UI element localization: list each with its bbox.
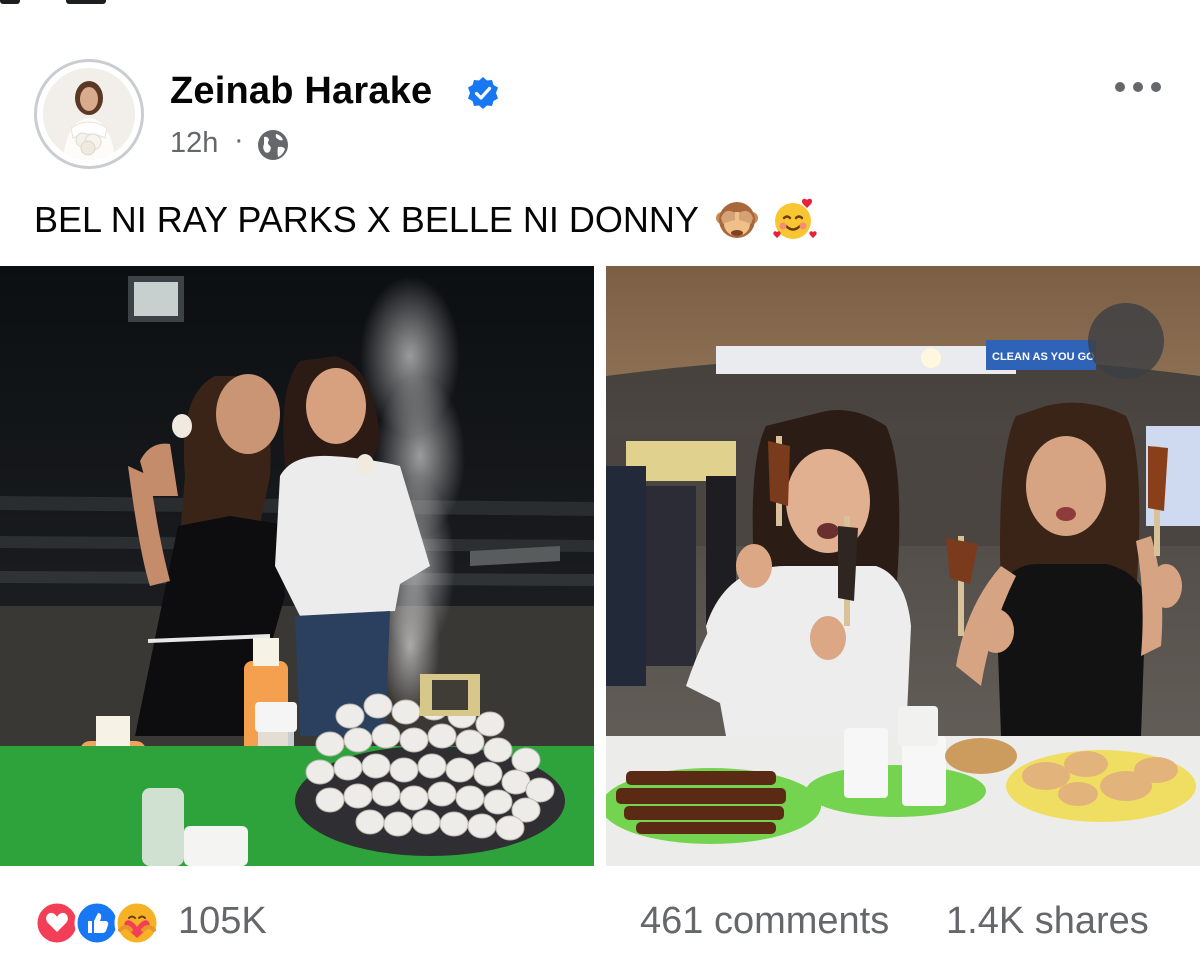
love-reaction-icon	[34, 900, 80, 946]
like-reaction-icon	[74, 900, 120, 946]
post-caption: BEL NI RAY PARKS X BELLE NI DONNY	[34, 196, 817, 244]
more-options-icon[interactable]	[1112, 73, 1164, 101]
post-timestamp[interactable]: 12h	[170, 127, 218, 160]
care-reaction-icon	[114, 900, 160, 946]
top-edge	[0, 0, 1200, 10]
shares-count[interactable]: 1.4K shares	[946, 900, 1149, 943]
author-name[interactable]: Zeinab Harake	[170, 70, 432, 113]
meta-separator: ·	[234, 124, 244, 156]
smiling-face-with-hearts-emoji	[773, 198, 817, 239]
comments-count[interactable]: 461 comments	[640, 900, 889, 943]
globe-icon	[258, 130, 288, 160]
reaction-icons[interactable]	[34, 900, 174, 946]
see-no-evil-monkey-emoji	[715, 202, 758, 238]
photo-balut-stand[interactable]	[0, 266, 594, 866]
avatar-photo	[43, 68, 135, 160]
verified-badge-icon	[468, 77, 498, 109]
caption-text: BEL NI RAY PARKS X BELLE NI DONNY	[34, 199, 699, 240]
author-avatar[interactable]	[34, 59, 144, 169]
photo-street-food-table[interactable]: CLEAN AS YOU GO	[606, 266, 1200, 866]
banner-sign: CLEAN AS YOU GO	[992, 351, 1095, 363]
reaction-count[interactable]: 105K	[178, 900, 267, 943]
